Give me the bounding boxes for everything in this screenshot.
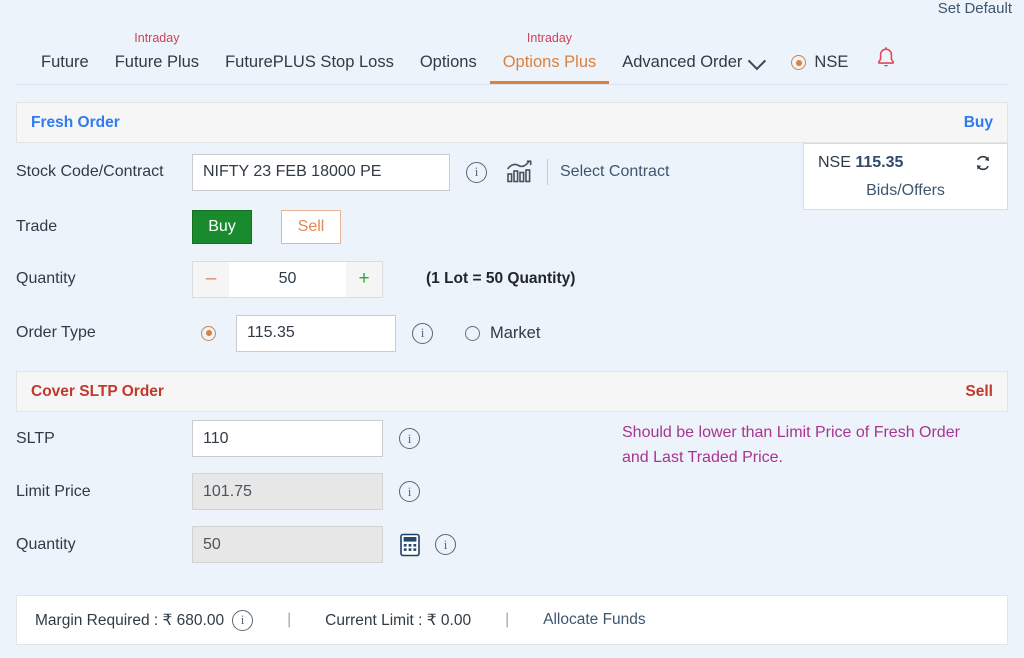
sltp-input[interactable] — [192, 420, 383, 457]
cover-limit-price-input[interactable] — [192, 473, 383, 510]
quantity-stepper[interactable]: – 50 + — [192, 260, 383, 298]
quantity-controls: – 50 + (1 Lot = 50 Quantity) — [192, 260, 576, 298]
bids-offers-link[interactable]: Bids/Offers — [818, 182, 993, 200]
quote-ltp: 115.35 — [855, 154, 904, 171]
tab-list: Future Intraday Future Plus FuturePLUS S… — [16, 22, 1008, 84]
bell-icon — [878, 47, 895, 67]
refresh-icon — [976, 155, 990, 171]
quote-price: NSE 115.35 — [818, 154, 903, 172]
exchange-selector-nse[interactable]: NSE — [775, 53, 858, 84]
order-type-label: Order Type — [16, 324, 96, 341]
refresh-button[interactable] — [973, 153, 993, 173]
tab-futureplus-stop-loss[interactable]: FuturePLUS Stop Loss — [212, 53, 407, 84]
current-limit-text: Current Limit : ₹ 0.00 — [325, 611, 472, 629]
quantity-decrement-button[interactable]: – — [193, 261, 229, 297]
stock-code-label: Stock Code/Contract — [16, 163, 164, 180]
sltp-label: SLTP — [16, 429, 55, 447]
product-tabbar: Future Intraday Future Plus FuturePLUS S… — [16, 22, 1008, 85]
sltp-controls — [192, 420, 420, 457]
cover-quantity-label: Quantity — [16, 535, 76, 553]
fresh-order-form: NSE 115.35 Bids/Offers Stock Code/Contra… — [0, 143, 1024, 361]
tab-options-plus[interactable]: Intraday Options Plus — [489, 31, 610, 84]
margin-footer: Margin Required : ₹ 680.00 | Current Lim… — [16, 595, 1008, 645]
footer-divider-1: | — [287, 611, 292, 628]
set-default-row: Set Default — [0, 0, 1024, 22]
tab-options-plus-badge: Intraday — [526, 31, 573, 45]
cover-order-title: Cover SLTP Order — [31, 382, 164, 400]
allocate-funds-link[interactable]: Allocate Funds — [543, 611, 646, 629]
tab-options[interactable]: Options — [407, 53, 490, 84]
cover-quantity-input[interactable] — [192, 526, 383, 563]
cover-limit-price-controls — [192, 473, 420, 510]
quantity-increment-button[interactable]: + — [346, 261, 382, 297]
cover-limit-price-info-icon[interactable] — [399, 481, 420, 502]
quote-exchange: NSE — [818, 154, 851, 171]
cover-quantity-controls — [192, 526, 456, 563]
calculator-icon — [400, 533, 420, 556]
trade-controls: Buy Sell — [192, 210, 341, 244]
select-contract-link[interactable]: Select Contract — [560, 163, 669, 181]
chart-button[interactable] — [505, 159, 535, 185]
set-default-link[interactable]: Set Default — [938, 0, 1012, 17]
divider — [547, 159, 548, 185]
fresh-order-header: Fresh Order Buy — [16, 102, 1008, 143]
fresh-order-title: Fresh Order — [31, 113, 120, 131]
lot-size-note: (1 Lot = 50 Quantity) — [426, 270, 576, 287]
stock-code-controls: Select Contract — [192, 153, 669, 191]
fresh-order-side[interactable]: Buy — [964, 114, 993, 132]
cover-quantity-row: Quantity — [16, 518, 1008, 571]
tab-options-plus-label: Options Plus — [502, 53, 597, 71]
bar-chart-icon — [507, 160, 532, 183]
market-order-label: Market — [490, 323, 541, 342]
cover-quantity-info-icon[interactable] — [435, 534, 456, 555]
chevron-down-icon — [748, 51, 767, 71]
limit-price-input[interactable] — [236, 314, 396, 352]
cover-order-header: Cover SLTP Order Sell — [16, 371, 1008, 412]
tab-advanced-order[interactable]: Advanced Order — [609, 51, 775, 84]
radio-selected-icon — [791, 55, 807, 70]
tab-futureplus-stop-loss-label: FuturePLUS Stop Loss — [225, 53, 394, 71]
margin-required-item: Margin Required : ₹ 680.00 — [35, 609, 254, 631]
order-type-controls: Market — [192, 314, 540, 352]
trade-label: Trade — [16, 218, 58, 235]
tab-options-label: Options — [419, 53, 477, 71]
tab-future-plus-badge: Intraday — [134, 31, 180, 45]
sltp-info-icon[interactable] — [399, 428, 420, 449]
cover-order-form: Should be lower than Limit Price of Fres… — [0, 412, 1024, 571]
tab-future-plus[interactable]: Intraday Future Plus — [102, 31, 212, 84]
quantity-row: Quantity – 50 + (1 Lot = 50 Quantity) — [16, 253, 1008, 305]
footer-divider-2: | — [505, 611, 510, 628]
margin-required-text: Margin Required : ₹ 680.00 — [35, 611, 225, 629]
quantity-label: Quantity — [16, 270, 76, 287]
buy-button[interactable]: Buy — [192, 210, 252, 244]
tab-future-plus-label: Future Plus — [114, 53, 200, 71]
tab-future[interactable]: Future — [28, 53, 102, 84]
market-order-option[interactable]: Market — [465, 324, 540, 343]
cover-limit-price-label: Limit Price — [16, 482, 91, 500]
exchange-label: NSE — [814, 53, 849, 71]
sell-button[interactable]: Sell — [281, 210, 341, 244]
alert-bell-button[interactable] — [858, 46, 904, 84]
quote-top-row: NSE 115.35 — [818, 153, 993, 173]
tab-advanced-order-label: Advanced Order — [622, 53, 743, 71]
quantity-value[interactable]: 50 — [229, 261, 346, 297]
cover-order-side[interactable]: Sell — [965, 383, 993, 401]
cover-order-hint: Should be lower than Limit Price of Fres… — [622, 424, 960, 466]
tab-future-label: Future — [41, 53, 89, 71]
limit-order-radio[interactable] — [201, 325, 216, 341]
order-type-row: Order Type Market — [16, 305, 1008, 361]
cover-limit-price-row: Limit Price — [16, 465, 1008, 518]
quote-box: NSE 115.35 Bids/Offers — [803, 143, 1008, 210]
calculator-button[interactable] — [399, 533, 421, 557]
stock-code-info-icon[interactable] — [466, 161, 487, 183]
margin-required-info-icon[interactable] — [232, 609, 254, 631]
order-entry-page: Set Default Future Intraday Future Plus … — [0, 0, 1024, 658]
market-order-radio[interactable] — [465, 325, 480, 341]
limit-price-info-icon[interactable] — [412, 322, 433, 344]
stock-code-input[interactable] — [192, 153, 450, 191]
